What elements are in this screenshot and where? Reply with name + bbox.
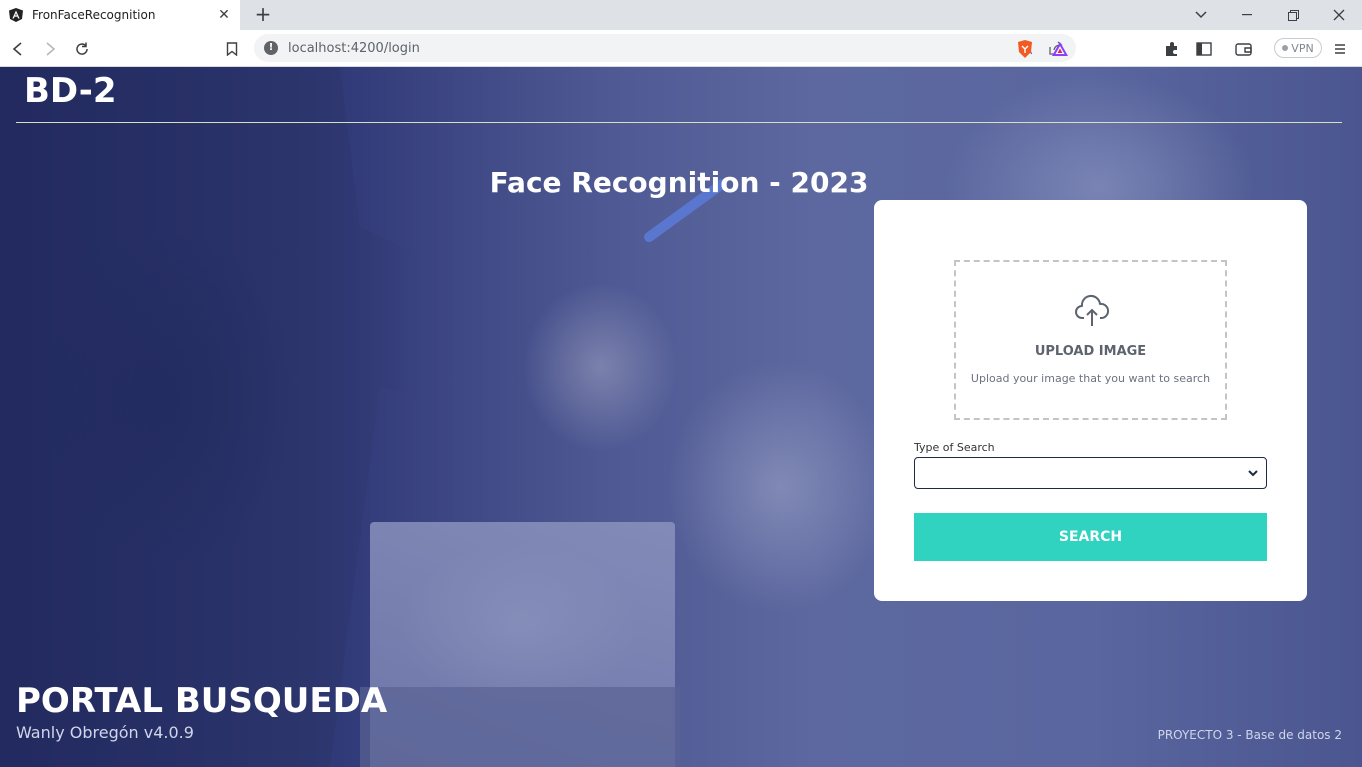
background-laptop-base xyxy=(360,687,680,767)
author-version: Wanly Obregón v4.0.9 xyxy=(16,723,194,742)
sidebar-icon[interactable] xyxy=(1193,38,1215,60)
search-card: UPLOAD IMAGE Upload your image that you … xyxy=(874,200,1307,601)
new-tab-button[interactable]: + xyxy=(252,4,274,26)
search-type-label: Type of Search xyxy=(914,441,995,454)
close-window-button[interactable] xyxy=(1316,0,1362,30)
browser-toolbar: ! localhost:4200/login xyxy=(0,30,1362,67)
page-title: Face Recognition - 2023 xyxy=(489,166,869,199)
tab-close-icon[interactable]: ✕ xyxy=(216,7,232,23)
angular-icon xyxy=(9,8,23,22)
tab-title: FronFaceRecognition xyxy=(32,8,156,22)
forward-button[interactable] xyxy=(39,38,61,60)
upload-subtitle: Upload your image that you want to searc… xyxy=(970,372,1211,385)
tab-search-icon[interactable] xyxy=(1178,0,1224,30)
search-type-select[interactable] xyxy=(914,457,1267,489)
brand-logo: BD-2 xyxy=(24,71,117,111)
header-divider xyxy=(16,122,1342,123)
wallet-icon[interactable] xyxy=(1233,38,1255,60)
browser-tab[interactable]: FronFaceRecognition ✕ xyxy=(0,0,240,30)
brave-rewards-icon[interactable] xyxy=(1049,38,1071,60)
back-button[interactable] xyxy=(7,38,29,60)
upload-title: UPLOAD IMAGE xyxy=(1034,344,1147,359)
upload-dropzone[interactable]: UPLOAD IMAGE Upload your image that you … xyxy=(954,260,1227,420)
vpn-label: VPN xyxy=(1291,41,1314,55)
search-button[interactable]: SEARCH xyxy=(914,513,1267,561)
chevron-down-icon xyxy=(1248,470,1258,477)
address-bar[interactable]: ! localhost:4200/login xyxy=(254,34,1076,62)
cloud-upload-icon xyxy=(1075,295,1110,326)
restore-button[interactable] xyxy=(1270,0,1316,30)
reload-button[interactable] xyxy=(71,38,93,60)
minimize-button[interactable] xyxy=(1224,0,1270,30)
extensions-icon[interactable] xyxy=(1161,38,1183,60)
login-page: BD-2 Face Recognition - 2023 UPLOAD IMAG… xyxy=(0,67,1362,767)
vpn-button[interactable]: VPN xyxy=(1274,38,1322,58)
menu-icon[interactable] xyxy=(1329,38,1351,60)
bookmark-icon[interactable] xyxy=(221,38,243,60)
site-info-icon[interactable]: ! xyxy=(264,41,278,55)
vpn-status-icon xyxy=(1282,45,1289,51)
tab-strip: FronFaceRecognition ✕ + xyxy=(0,0,1362,30)
project-label: PROYECTO 3 - Base de datos 2 xyxy=(1157,728,1342,742)
portal-title: PORTAL BUSQUEDA xyxy=(16,681,388,721)
url-text: localhost:4200/login xyxy=(288,40,420,56)
brave-shields-icon[interactable] xyxy=(1014,38,1036,60)
